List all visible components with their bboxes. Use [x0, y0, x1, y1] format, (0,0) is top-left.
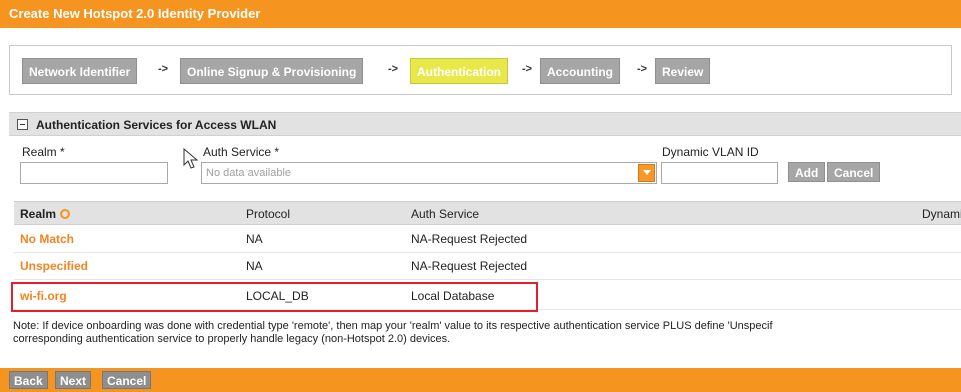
auth-service-cell: NA-Request Rejected [411, 259, 528, 273]
note-line: corresponding authentication service to … [13, 333, 451, 345]
note-line: Note: If device onboarding was done with… [13, 320, 773, 332]
step-arrow: -> [637, 63, 648, 75]
step-arrow: -> [158, 63, 169, 75]
column-header-auth-service[interactable]: Auth Service [411, 207, 479, 221]
realm-cell[interactable]: Unspecified [20, 259, 88, 273]
cancel-form-button[interactable]: Cancel [827, 162, 881, 182]
column-header-dynamic-vlan[interactable]: Dynami [922, 207, 961, 221]
vlan-input[interactable] [661, 162, 778, 184]
auth-service-placeholder: No data available [206, 167, 292, 179]
column-header-protocol[interactable]: Protocol [246, 207, 290, 221]
protocol-cell: NA [246, 259, 263, 273]
step-arrow: -> [388, 63, 399, 75]
table-header: Realm Protocol Auth Service Dynami [14, 201, 961, 225]
wizard-steps: Network Identifier -> Online Signup & Pr… [9, 45, 952, 95]
note-text: Note: If device onboarding was done with… [13, 320, 961, 346]
vlan-label: Dynamic VLAN ID [662, 145, 759, 159]
section-header: Authentication Services for Access WLAN [9, 112, 961, 136]
sort-icon[interactable] [60, 209, 71, 219]
step-authentication[interactable]: Authentication [410, 58, 508, 84]
realm-input[interactable] [20, 162, 168, 184]
chevron-down-icon[interactable] [638, 164, 655, 182]
realm-cell[interactable]: No Match [20, 232, 74, 246]
auth-service-label: Auth Service * [203, 145, 280, 159]
step-network-identifier[interactable]: Network Identifier [22, 58, 138, 84]
step-arrow: -> [522, 63, 533, 75]
protocol-cell: NA [246, 232, 263, 246]
table-row[interactable]: No Match NA NA-Request Rejected [14, 226, 961, 253]
add-button[interactable]: Add [788, 162, 826, 182]
auth-service-cell: NA-Request Rejected [411, 232, 528, 246]
table-row[interactable]: Unspecified NA NA-Request Rejected [14, 253, 961, 280]
cancel-button[interactable]: Cancel [102, 371, 152, 389]
mouse-cursor-icon [183, 148, 199, 169]
section-title: Authentication Services for Access WLAN [36, 118, 277, 132]
realm-label: Realm * [22, 145, 65, 159]
collapse-icon[interactable] [17, 119, 28, 130]
next-button[interactable]: Next [55, 371, 92, 389]
step-accounting[interactable]: Accounting [540, 58, 620, 84]
step-review[interactable]: Review [655, 58, 711, 84]
dialog-title: Create New Hotspot 2.0 Identity Provider [9, 6, 261, 21]
column-header-realm[interactable]: Realm [20, 207, 71, 221]
footer-bar: Back Next Cancel [0, 368, 961, 392]
back-button[interactable]: Back [9, 371, 48, 389]
step-online-signup[interactable]: Online Signup & Provisioning [180, 58, 364, 84]
highlight-box [11, 282, 538, 312]
dialog-title-bar: Create New Hotspot 2.0 Identity Provider [0, 0, 961, 28]
auth-service-select[interactable]: No data available [201, 162, 657, 184]
